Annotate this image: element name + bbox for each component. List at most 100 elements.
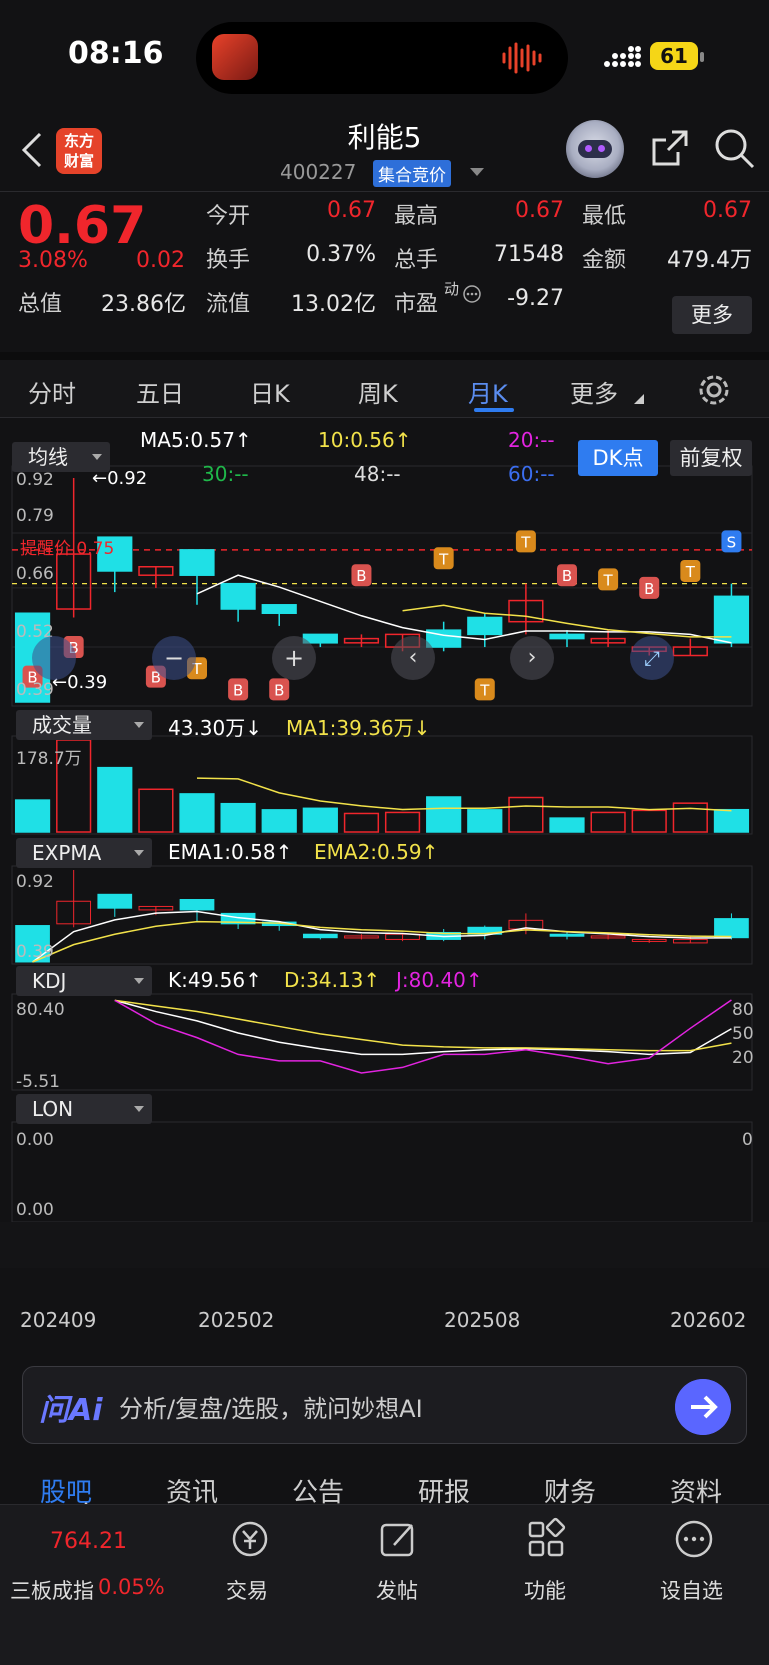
ma5-label: MA5:0.57↑ <box>140 428 252 452</box>
lon-selector[interactable]: LON <box>16 1094 152 1124</box>
candle-body <box>220 582 256 610</box>
ema2-value: EMA2:0.59↑ <box>314 840 439 864</box>
lon-right-axis: 0 <box>742 1130 753 1150</box>
grid-icon[interactable] <box>524 1517 568 1561</box>
tab-5day[interactable]: 五日 <box>136 374 184 409</box>
dk-point-button[interactable]: DK点 <box>578 440 658 476</box>
audio-wave-icon <box>502 42 542 74</box>
kdj-right-axis-label: 80 <box>732 1000 754 1020</box>
volume-bar <box>426 796 462 833</box>
volume-bar <box>14 799 51 833</box>
kdj-selector[interactable]: KDJ <box>16 966 152 996</box>
index-name[interactable]: 三板成指 <box>10 1575 94 1605</box>
tab-more[interactable]: 更多 <box>570 374 618 409</box>
zoom-out-icon[interactable]: − <box>152 636 196 680</box>
ai-robot-icon[interactable] <box>566 120 624 178</box>
chevron-down-icon[interactable] <box>470 168 484 176</box>
gear-icon[interactable] <box>694 370 734 410</box>
x-axis-label: 202508 <box>444 1308 521 1332</box>
turnover-value: 0.37% <box>306 242 376 267</box>
x-axis-band <box>0 1222 769 1268</box>
stock-header: 东方 财富 利能5 400227 集合竞价 <box>0 110 769 192</box>
tab-intraday[interactable]: 分时 <box>28 374 76 409</box>
x-axis-label: 202602 <box>670 1308 747 1332</box>
nav-post[interactable]: 发帖 <box>376 1575 418 1605</box>
ma20-label: 20:-- <box>508 428 555 452</box>
trade-marker-label: B <box>644 580 654 598</box>
candle-body <box>179 549 215 576</box>
kdj-right-axis-label: 50 <box>732 1024 754 1044</box>
tab-monthly-k[interactable]: 月K <box>468 374 508 409</box>
lon-axis-bottom: 0.00 <box>16 1200 54 1220</box>
kdj-j-line <box>114 999 732 1074</box>
change-amount: 0.02 <box>136 248 185 273</box>
open-label: 今开 <box>206 204 251 229</box>
panel-frame <box>11 1121 753 1223</box>
arrow-right-icon[interactable] <box>675 1379 731 1435</box>
open-value: 0.67 <box>327 198 376 223</box>
expma-candle-body <box>179 899 215 911</box>
index-change: 0.05% <box>98 1575 165 1599</box>
last-price: 0.67 <box>18 196 147 256</box>
price-axis-label: 0.79 <box>16 506 54 526</box>
lon-axis-top: 0.00 <box>16 1130 54 1150</box>
volume-axis-label: 178.7万 <box>16 749 82 769</box>
x-axis-label: 202502 <box>198 1308 275 1332</box>
volume-ma-value: MA1:39.36万↓ <box>286 716 431 740</box>
kdj-axis-bottom: -5.51 <box>16 1072 60 1092</box>
pe-label: 市盈 <box>394 292 439 317</box>
left-circle-icon[interactable] <box>32 636 76 680</box>
expma-candle-body <box>97 893 133 909</box>
pe-dynamic-sup: 动 <box>444 280 460 298</box>
candle-body <box>467 616 503 636</box>
tab-daily-k[interactable]: 日K <box>250 374 290 409</box>
ma30-label: 30:-- <box>202 462 249 486</box>
ask-ai-bar[interactable]: 问Ai 分析/复盘/选股，就问妙想AI <box>22 1366 747 1444</box>
tab-weekly-k[interactable]: 周K <box>358 374 398 409</box>
nav-function[interactable]: 功能 <box>524 1575 566 1605</box>
volume-bar <box>138 788 174 833</box>
volume-bar <box>467 809 503 833</box>
trade-marker-label: T <box>603 571 614 589</box>
compose-icon[interactable] <box>376 1517 420 1561</box>
trade-icon[interactable] <box>228 1517 272 1561</box>
kline-chart-svg[interactable]: BBBTBBBTTTBTBTS <box>0 418 769 1318</box>
share-icon[interactable] <box>648 126 692 170</box>
candle-body <box>713 595 750 644</box>
ema1-line <box>32 910 732 963</box>
volume-bar <box>220 802 256 833</box>
price-axis-label: 0.92 <box>16 470 54 490</box>
price-axis-label: 0.39 <box>16 680 54 700</box>
more-dots-icon[interactable] <box>672 1517 716 1561</box>
nav-trade[interactable]: 交易 <box>226 1575 268 1605</box>
low-value: 0.67 <box>703 198 752 223</box>
panel-frame <box>11 865 753 965</box>
trade-marker-label: T <box>520 533 531 551</box>
volume-selector[interactable]: 成交量 <box>16 710 152 740</box>
more-quote-button[interactable]: 更多 <box>672 296 752 334</box>
scroll-right-icon[interactable]: › <box>510 636 554 680</box>
alert-price-label[interactable]: 提醒价 0.75 <box>20 534 114 559</box>
candle-body <box>549 633 585 640</box>
zoom-in-icon[interactable]: + <box>272 636 316 680</box>
expand-icon[interactable]: ⤢ <box>630 636 674 680</box>
ma48-label: 48:-- <box>354 462 401 486</box>
bottom-nav: 764.21 三板成指 0.05% 交易 发帖 功能 设自选 <box>0 1504 769 1665</box>
forward-adjust-button[interactable]: 前复权 <box>670 440 752 476</box>
info-icon[interactable] <box>462 284 482 304</box>
mktcap-value: 23.86亿 <box>101 292 186 317</box>
volume-bar <box>343 812 380 833</box>
scroll-left-icon[interactable]: ‹ <box>391 636 435 680</box>
mktcap-label: 总值 <box>18 292 63 317</box>
kdj-axis-top: 80.40 <box>16 1000 65 1020</box>
ask-ai-input[interactable]: 分析/复盘/选股，就问妙想AI <box>119 1389 423 1424</box>
nav-add-watchlist[interactable]: 设自选 <box>660 1575 723 1605</box>
expma-axis-bottom: 0.39 <box>16 942 54 962</box>
trade-marker-label: B <box>562 567 572 585</box>
chevron-down-icon <box>134 850 144 856</box>
low-label: 最低 <box>582 204 627 229</box>
kdj-d-line <box>114 999 732 1052</box>
expma-selector[interactable]: EXPMA <box>16 838 152 868</box>
kline-chart-area: BBBTBBBTTTBTBTS 均线 MA5:0.57↑ 10:0.56↑ 20… <box>0 418 769 1332</box>
search-icon[interactable] <box>712 126 756 170</box>
